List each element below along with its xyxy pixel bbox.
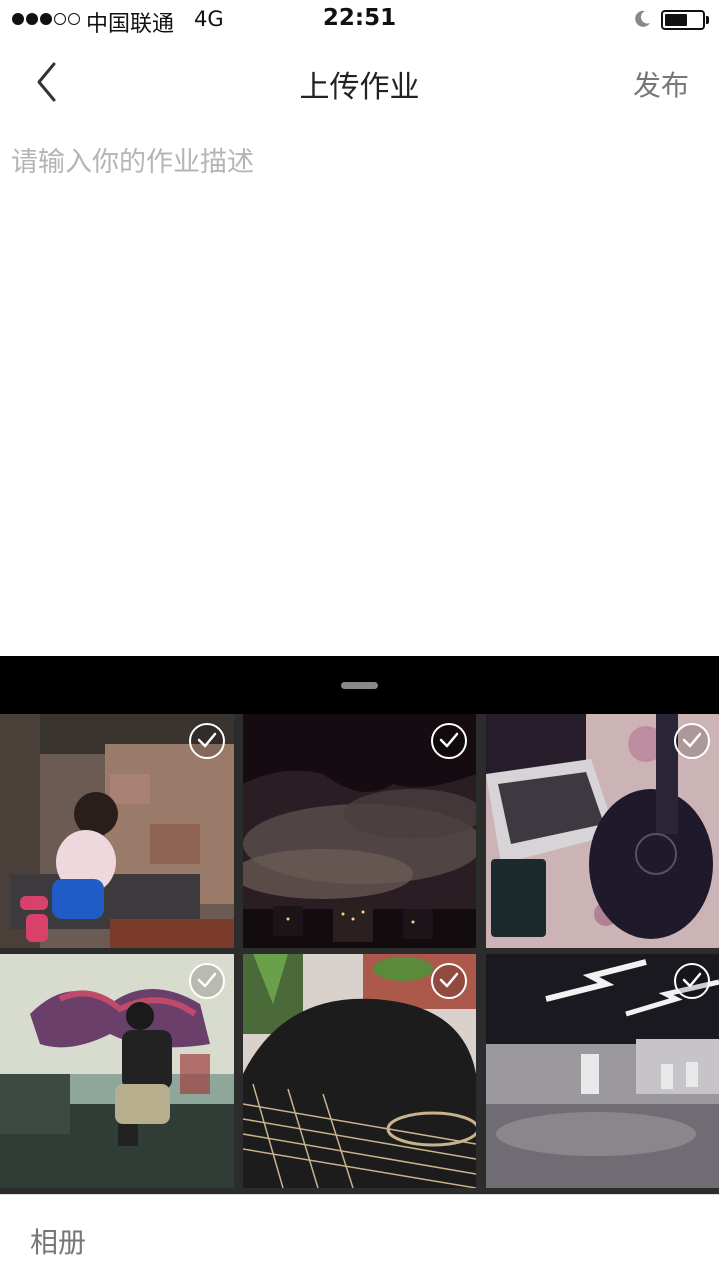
do-not-disturb-moon-icon [635, 10, 650, 27]
select-check-icon[interactable] [674, 963, 710, 999]
select-check-icon[interactable] [189, 963, 225, 999]
status-time: 22:51 [322, 5, 397, 31]
publish-button[interactable]: 发布 [633, 64, 689, 104]
photo-thumbnail[interactable] [243, 954, 476, 1188]
picker-sheet-header[interactable] [0, 656, 719, 714]
photo-thumbnail[interactable] [0, 714, 234, 948]
status-bar: 中国联通 4G 22:51 [0, 0, 719, 40]
photo-thumbnail[interactable] [0, 954, 234, 1188]
photo-thumbnail[interactable] [243, 714, 476, 948]
drag-handle[interactable] [341, 682, 378, 689]
battery-icon [661, 10, 705, 30]
photo-thumbnail[interactable] [486, 954, 719, 1188]
select-check-icon[interactable] [431, 723, 467, 759]
battery-tip [706, 16, 709, 24]
homework-description-input[interactable] [0, 128, 719, 656]
nav-bar: 上传作业 发布 [0, 40, 719, 122]
album-button[interactable]: 相册 [30, 1221, 86, 1261]
select-check-icon[interactable] [431, 963, 467, 999]
photo-grid [0, 714, 719, 1194]
select-check-icon[interactable] [674, 723, 710, 759]
page-title: 上传作业 [299, 70, 420, 105]
photo-thumbnail[interactable] [486, 714, 719, 948]
select-check-icon[interactable] [189, 723, 225, 759]
album-bar: 相册 [0, 1194, 719, 1280]
